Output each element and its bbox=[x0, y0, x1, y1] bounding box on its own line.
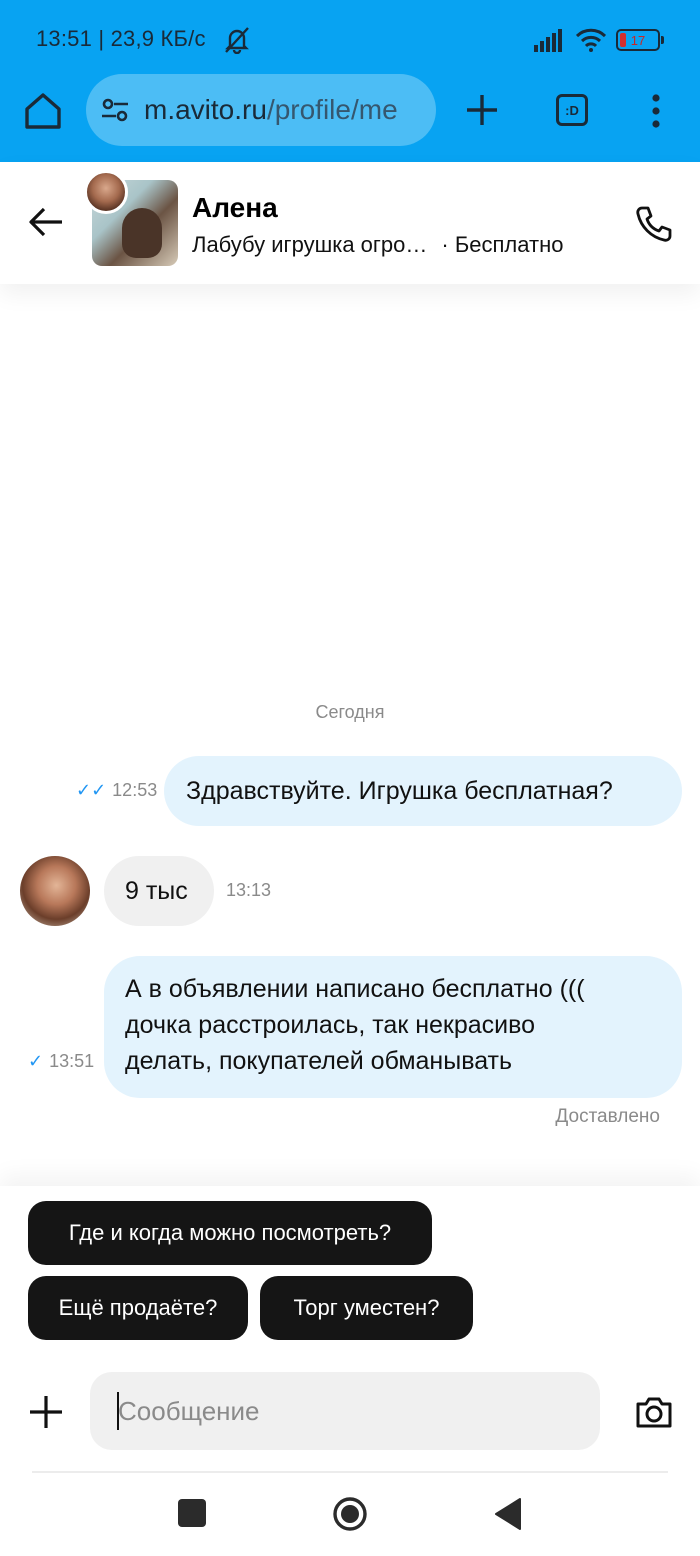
item-title: Лабубу игрушка огро… bbox=[192, 232, 428, 257]
message-time: 13:13 bbox=[226, 880, 272, 900]
message-time-3: ✓ 13:51 bbox=[28, 1051, 94, 1072]
home-icon[interactable] bbox=[22, 90, 64, 132]
status-icons: 17 bbox=[534, 24, 664, 56]
bell-off-icon bbox=[225, 27, 249, 54]
more-vert-icon[interactable] bbox=[650, 94, 662, 128]
wifi-icon bbox=[576, 28, 606, 52]
url-host: m.avito.ru bbox=[144, 94, 267, 125]
message-time: 13:51 bbox=[49, 1051, 95, 1071]
delivery-status: Доставлено bbox=[555, 1106, 660, 1127]
avatar[interactable] bbox=[20, 856, 90, 926]
tabs-icon[interactable]: :D bbox=[556, 94, 588, 126]
double-check-icon: ✓✓ bbox=[76, 780, 107, 800]
message-time: 12:53 bbox=[112, 780, 158, 800]
tune-icon[interactable] bbox=[100, 95, 130, 125]
browser-toolbar: 13:51 | 23,9 КБ/с 17 m.avito.ru/profile/… bbox=[0, 0, 700, 162]
home-circle-icon[interactable] bbox=[332, 1496, 368, 1532]
text-caret bbox=[117, 1392, 119, 1430]
status-time: 13:51 | 23,9 КБ/с bbox=[36, 26, 206, 51]
url-bar[interactable]: m.avito.ru/profile/me bbox=[86, 74, 436, 146]
message-bubble-incoming[interactable]: 9 тыс bbox=[104, 856, 214, 926]
back-arrow-icon[interactable] bbox=[28, 204, 64, 240]
quick-reply-chip[interactable]: Торг уместен? bbox=[260, 1276, 473, 1340]
camera-icon[interactable] bbox=[634, 1392, 674, 1432]
battery-level: 17 bbox=[630, 32, 646, 48]
divider bbox=[32, 1471, 668, 1473]
chat-header: Алена Лабубу игрушка огро… · Бесплатно bbox=[0, 162, 700, 284]
seller-avatar-small bbox=[84, 170, 128, 214]
quick-reply-chip[interactable]: Ещё продаёте? bbox=[28, 1276, 248, 1340]
url-path: /profile/me bbox=[266, 94, 398, 125]
seller-name[interactable]: Алена bbox=[192, 192, 278, 224]
quick-reply-chip[interactable]: Где и когда можно посмотреть? bbox=[28, 1201, 432, 1265]
item-subtitle[interactable]: Лабубу игрушка огро… · Бесплатно bbox=[192, 232, 563, 258]
check-icon: ✓ bbox=[28, 1051, 44, 1071]
composer-panel: Где и когда можно посмотреть? Ещё продаё… bbox=[0, 1186, 700, 1556]
message-input[interactable] bbox=[90, 1372, 600, 1450]
nav-back-icon[interactable] bbox=[494, 1497, 522, 1531]
plus-icon[interactable] bbox=[28, 1394, 64, 1430]
item-price: · Бесплатно bbox=[441, 232, 564, 257]
message-bubble-outgoing[interactable]: Здравствуйте. Игрушка бесплатная? bbox=[164, 756, 682, 826]
phone-icon[interactable] bbox=[634, 204, 674, 244]
day-separator: Сегодня bbox=[315, 702, 385, 722]
battery-icon: 17 bbox=[616, 29, 664, 51]
message-time-1: ✓✓ 12:53 bbox=[76, 780, 157, 801]
message-time-2: 13:13 bbox=[226, 880, 271, 901]
recent-apps-icon[interactable] bbox=[178, 1499, 206, 1527]
url-text[interactable]: m.avito.ru/profile/me bbox=[144, 94, 398, 126]
plus-icon[interactable] bbox=[464, 92, 500, 128]
message-bubble-outgoing[interactable]: А в объявлении написано бесплатно ((( до… bbox=[104, 956, 682, 1098]
item-photo bbox=[122, 208, 162, 258]
tabs-label: :D bbox=[565, 102, 579, 118]
signal-icon bbox=[534, 29, 562, 52]
